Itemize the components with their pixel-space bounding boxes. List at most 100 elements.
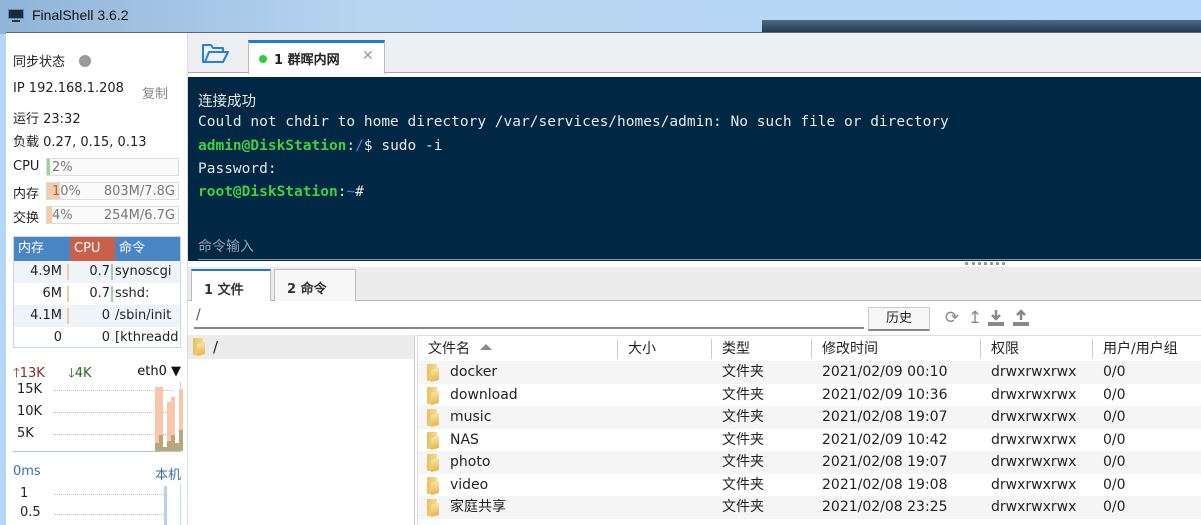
file-type: 文件夹	[722, 386, 764, 403]
command-input[interactable]: 命令输入	[198, 236, 254, 256]
sync-status: 同步状态	[13, 51, 92, 70]
close-icon[interactable]: ✕	[362, 48, 374, 64]
y-tick-label: 5K	[17, 426, 34, 441]
prompt-path: ~	[346, 184, 356, 200]
memory-bar	[67, 264, 69, 280]
file-name: docker	[450, 364, 498, 380]
file-owner: 0/0	[1103, 386, 1126, 403]
file-name-cell: video	[418, 474, 618, 497]
file-modified: 2021/02/08 23:25	[822, 499, 948, 515]
sort-by-memory-header[interactable]: 内存	[14, 237, 70, 261]
download-icon[interactable]	[987, 309, 1005, 327]
memory-percent: 10%	[52, 184, 81, 199]
command-header[interactable]: 命令	[115, 237, 180, 261]
file-type: 文件夹	[722, 454, 764, 470]
tab-files[interactable]: 1 文件	[191, 269, 271, 302]
folder-icon	[427, 364, 441, 383]
ping-marker	[164, 486, 167, 525]
file-type: 文件夹	[722, 364, 764, 380]
file-owner: 0/0	[1103, 454, 1126, 470]
refresh-icon[interactable]: ⟳	[943, 309, 961, 327]
network-header: 🡑13K 🡓4K eth0 ▼	[13, 364, 181, 382]
process-cpu: 0.7	[89, 264, 110, 279]
file-owner: 0/0	[1103, 431, 1126, 448]
column-header-type[interactable]: 类型	[712, 339, 812, 359]
process-row[interactable]: 0 0 [kthreadd	[14, 327, 180, 347]
process-command: /sbin/init	[115, 308, 172, 323]
monitor-sidebar: 同步状态 IP 192.168.1.208 复制 运行 23:32 负载 0.2…	[6, 33, 188, 525]
ip-address: IP 192.168.1.208	[13, 81, 124, 96]
file-name-cell: 家庭共享	[418, 496, 618, 519]
tab-commands[interactable]: 2 命令	[274, 269, 356, 301]
swap-amount: 254M/6.7G	[103, 208, 175, 223]
process-cpu: 0	[101, 308, 110, 323]
file-row[interactable]: photo 文件夹 2021/02/08 19:07 drwxrwxrwx 0/0	[418, 451, 1201, 474]
interface-select[interactable]: eth0 ▼	[137, 364, 181, 379]
file-name: download	[450, 386, 518, 403]
file-permissions: drwxrwxrwx	[991, 364, 1077, 380]
path-bar: / 历史 ⟳ ↥	[188, 301, 1201, 333]
file-row[interactable]: music 文件夹 2021/02/08 19:07 drwxrwxrwx 0/0	[418, 406, 1201, 429]
file-modified: 2021/02/08 19:07	[822, 454, 948, 470]
file-row[interactable]: video 文件夹 2021/02/08 19:08 drwxrwxrwx 0/0	[418, 474, 1201, 497]
process-row[interactable]: 4.1M 0/sbin/init	[14, 305, 180, 327]
file-name: video	[450, 476, 489, 493]
process-command: [kthreadd	[115, 330, 179, 345]
process-memory: 6M	[42, 286, 63, 301]
upload-rate-value: 13K	[19, 366, 45, 381]
ping-chart: 1 0.5	[13, 484, 181, 525]
session-tab[interactable]: 1 群晖内网 ✕	[248, 40, 385, 74]
tree-item-label: /	[213, 338, 219, 356]
folder-icon	[427, 431, 441, 450]
file-modified: 2021/02/08 19:07	[822, 409, 948, 425]
process-row[interactable]: 6M 0.7 sshd:	[14, 283, 180, 305]
process-command: sshd:	[115, 286, 150, 301]
session-manager-button[interactable]	[201, 43, 231, 65]
column-header-size[interactable]: 大小	[618, 339, 712, 359]
column-header-name[interactable]: 文件名	[418, 339, 618, 359]
file-row[interactable]: download 文件夹 2021/02/09 10:36 drwxrwxrwx 0/0	[418, 384, 1201, 407]
download-rate-value: 4K	[74, 366, 92, 381]
memory-bar	[67, 286, 69, 302]
column-header-owner[interactable]: 用户/用户组	[1093, 339, 1201, 359]
process-row[interactable]: 4.9M 0.7 synoscgi	[14, 261, 180, 283]
history-button[interactable]: 历史	[868, 307, 930, 331]
cpu-bar	[111, 330, 113, 346]
cpu-percent: 2%	[52, 160, 73, 175]
folder-icon	[193, 338, 207, 357]
column-header-permissions[interactable]: 权限	[981, 339, 1093, 359]
file-size	[618, 406, 712, 429]
path-input[interactable]: /	[194, 307, 864, 329]
copy-ip-button[interactable]: 复制	[142, 83, 168, 102]
cpu-meter-fill	[47, 159, 50, 175]
y-tick-label: 1	[20, 486, 29, 501]
file-permissions: drwxrwxrwx	[991, 454, 1077, 470]
process-memory: 4.9M	[30, 264, 62, 279]
grid-line	[55, 514, 164, 515]
upload-icon[interactable]	[1012, 309, 1030, 327]
file-row[interactable]: 家庭共享 文件夹 2021/02/08 23:25 drwxrwxrwx 0/0	[418, 496, 1201, 519]
memory-bar	[67, 330, 69, 346]
file-row[interactable]: docker 文件夹 2021/02/09 00:10 drwxrwxrwx 0/0	[418, 361, 1201, 384]
parent-dir-icon[interactable]: ↥	[966, 309, 984, 327]
cpu-meter: CPU 2%	[13, 158, 181, 176]
column-header-modified[interactable]: 修改时间	[812, 339, 981, 359]
column-header-label: 文件名	[428, 341, 470, 357]
file-row[interactable]: NAS 文件夹 2021/02/09 10:42 drwxrwxrwx 0/0	[418, 429, 1201, 452]
file-list-header: 文件名 大小 类型 修改时间 权限 用户/用户组	[418, 335, 1201, 361]
chevron-down-icon: ▼	[171, 364, 181, 379]
cpu-bar	[111, 308, 113, 324]
memory-amount: 803M/7.8G	[103, 184, 175, 199]
file-type: 文件夹	[722, 499, 764, 515]
prompt-command: $ sudo -i	[363, 138, 443, 154]
terminal[interactable]: 连接成功 Could not chdir to home directory /…	[188, 77, 1201, 261]
folder-icon	[427, 386, 441, 405]
connection-status-dot	[259, 55, 267, 63]
file-size	[618, 429, 712, 452]
ping-latency: 0ms	[13, 464, 41, 479]
sort-by-cpu-header[interactable]: CPU	[70, 237, 115, 261]
file-size	[618, 384, 712, 407]
file-modified: 2021/02/08 19:08	[822, 476, 948, 493]
file-owner: 0/0	[1103, 364, 1126, 380]
tree-item-root[interactable]: /	[188, 335, 414, 359]
